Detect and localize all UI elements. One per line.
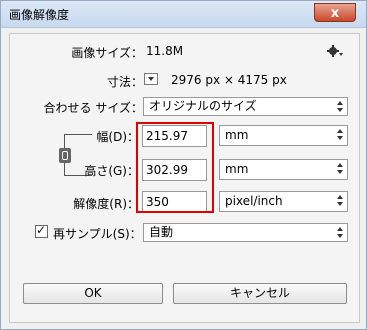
select-arrows-icon: [337, 195, 343, 206]
height-field[interactable]: 302.99: [142, 159, 207, 181]
resample-checkbox[interactable]: [35, 223, 48, 238]
select-arrows-icon: [337, 227, 343, 238]
gear-icon[interactable]: [327, 44, 343, 58]
image-size-dialog: 画像解像度 x 画像サイズ： 11.8M 寸法： 2976 px × 4175 …: [0, 0, 367, 330]
select-arrows-icon: [337, 163, 343, 174]
select-arrows-icon: [337, 101, 343, 112]
resample-selected: 自動: [149, 225, 174, 239]
close-button[interactable]: x: [314, 3, 356, 22]
resolution-unit-select[interactable]: pixel/inch: [219, 191, 348, 212]
ok-button[interactable]: OK: [23, 283, 163, 304]
cancel-button[interactable]: キャンセル: [173, 283, 347, 304]
width-unit-selected: mm: [225, 128, 249, 142]
dialog-title: 画像解像度: [9, 8, 70, 22]
resolution-unit-selected: pixel/inch: [225, 194, 283, 208]
dimensions-label: 寸法：: [106, 75, 143, 89]
resolution-label: 解像度(R)：: [73, 197, 139, 211]
width-unit-select[interactable]: mm: [219, 125, 348, 146]
fit-to-label: 合わせる サイズ：: [43, 101, 143, 115]
height-unit-select[interactable]: mm: [219, 159, 348, 180]
title-bar: 画像解像度 x: [1, 1, 366, 28]
link-bracket-top: [64, 134, 92, 148]
chain-link-icon[interactable]: [59, 148, 71, 163]
dimensions-value: 2976 px × 4175 px: [171, 73, 287, 87]
fit-to-selected: オリジナルのサイズ: [149, 99, 257, 113]
resample-label: 再サンプル(S)：: [53, 227, 142, 241]
resample-select[interactable]: 自動: [143, 223, 348, 242]
image-size-value: 11.8M: [146, 44, 184, 58]
width-label: 幅(D)：: [96, 130, 139, 144]
height-unit-selected: mm: [225, 162, 249, 176]
height-label: 高さ(G)：: [84, 164, 139, 178]
fit-to-select[interactable]: オリジナルのサイズ: [143, 97, 348, 116]
image-size-label: 画像サイズ：: [71, 46, 143, 60]
dropdown-triangle-icon[interactable]: [144, 73, 158, 85]
select-arrows-icon: [337, 129, 343, 140]
width-field[interactable]: 215.97: [142, 125, 207, 147]
resolution-field[interactable]: 350: [142, 191, 207, 213]
